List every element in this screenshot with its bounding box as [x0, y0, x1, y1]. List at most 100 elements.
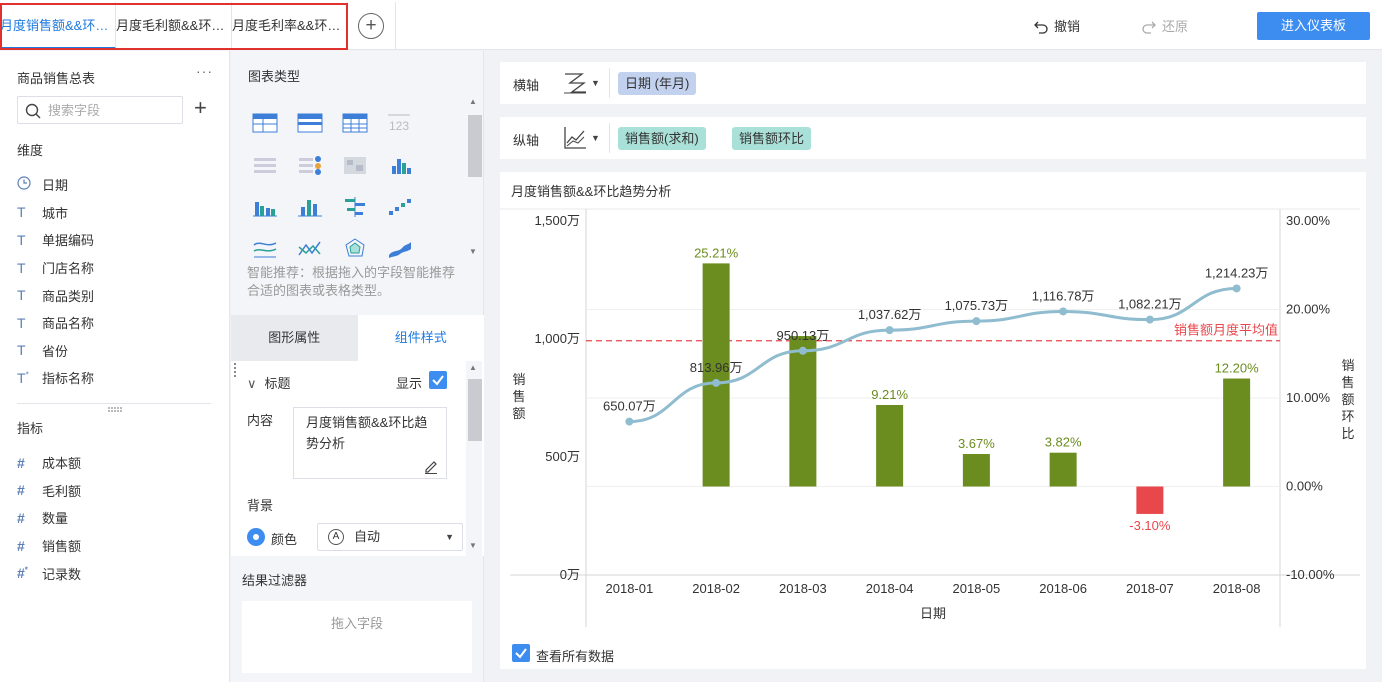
combo-chart[interactable]: 1,500万 1,000万 500万 0万 30.00% 20.00% 10.00% 0.00… — [500, 172, 1366, 637]
view-all-data-checkbox[interactable] — [512, 644, 530, 662]
view-all-data-label: 查看所有数据 — [536, 649, 615, 664]
redo-button[interactable]: 还原 — [1142, 16, 1188, 35]
detail-table-icon[interactable] — [341, 103, 386, 145]
chart-type-scrollbar[interactable]: ▲ ▼ — [466, 97, 482, 259]
caret-down-icon[interactable]: ▼ — [591, 78, 600, 88]
field-label: 毛利额 — [42, 483, 82, 499]
x-tick-label: 2018-07 — [1126, 581, 1174, 596]
show-title-label: 显示 — [396, 376, 423, 391]
kpi-number-icon[interactable]: 123 — [386, 103, 431, 145]
scroll-down-icon[interactable]: ▼ — [469, 541, 477, 550]
x-axis-field-pill[interactable]: 日期 (年月) — [618, 72, 697, 95]
measure-section-label: 指标 — [17, 421, 44, 436]
right-axis-title-char: 售 — [1341, 375, 1354, 390]
undo-button[interactable]: 撤销 — [1034, 16, 1080, 35]
x-axis-label: 横轴 — [513, 78, 540, 93]
scroll-down-icon[interactable]: ▼ — [469, 247, 477, 256]
dimension-item-city[interactable]: T 城市 — [17, 199, 217, 227]
x-tick-label: 2018-05 — [953, 581, 1001, 596]
number-field-icon: # — [17, 454, 25, 471]
bar-data-label: 25.21% — [694, 245, 739, 260]
dimension-item-province[interactable]: T 省份 — [17, 337, 217, 365]
style-scrollbar[interactable]: ▲ ▼ — [466, 361, 482, 556]
add-field-icon[interactable]: + — [194, 97, 207, 119]
measure-item-gross-profit[interactable]: # 毛利额 — [17, 477, 217, 505]
line-data-label: 650.07万 — [603, 399, 656, 414]
check-icon — [432, 375, 444, 386]
dimension-item-date[interactable]: 日期 — [17, 171, 217, 199]
number-field-icon: # — [17, 537, 25, 554]
right-axis-title-char: 比 — [1341, 426, 1354, 441]
measure-item-sales[interactable]: # 销售额 — [17, 532, 217, 560]
smart-recommend-tip: 智能推荐：根据拖入的字段智能推荐合适的图表或表格类型。 — [247, 265, 456, 298]
right-tick-label: -10.00% — [1286, 567, 1335, 582]
sales-mom-bar — [1223, 378, 1251, 487]
x-tick-label: 2018-03 — [779, 581, 827, 596]
line-data-label: 1,075.73万 — [945, 298, 1009, 313]
table-chart-icon[interactable] — [251, 103, 296, 145]
color-label: 颜色 — [271, 532, 298, 547]
field-label: 商品类别 — [42, 288, 95, 304]
tab-monthly-sales[interactable]: 月度销售额&&环比趋势分析 — [0, 2, 116, 49]
background-label: 背景 — [247, 498, 274, 513]
measure-item-quantity[interactable]: # 数量 — [17, 504, 217, 532]
heat-map-icon[interactable] — [341, 145, 386, 187]
bar-data-label: 9.21% — [871, 387, 908, 402]
dimension-item-product-name[interactable]: T 商品名称 — [17, 309, 217, 337]
dot-map-icon[interactable] — [296, 145, 341, 187]
x-axis-type-icon[interactable] — [562, 70, 588, 96]
top-bar: 月度销售额&&环比趋势分析 月度毛利额&&环比趋势分析 月度毛利率&&环比趋势分… — [0, 0, 1382, 50]
measure-list: # 成本额 # 毛利额 # 数量 # 销售额 #* 记录数 — [17, 449, 217, 587]
tab-monthly-gross-profit[interactable]: 月度毛利额&&环比趋势分析 — [116, 2, 232, 49]
stacked-bar-icon[interactable] — [296, 187, 341, 229]
add-tab-button[interactable]: + — [358, 13, 384, 39]
multi-bar-icon[interactable] — [386, 145, 431, 187]
average-reference-label: 销售额月度平均值 — [1174, 323, 1278, 338]
right-axis-title-char: 销 — [1341, 358, 1354, 373]
text-field-icon: T — [17, 231, 26, 248]
y-axis-field-pill-sales[interactable]: 销售额(求和) — [618, 127, 706, 150]
section-divider — [17, 403, 211, 404]
dimension-item-metric-name[interactable]: T* 指标名称 — [17, 364, 217, 392]
report-tabs: 月度销售额&&环比趋势分析 月度毛利额&&环比趋势分析 月度毛利率&&环比趋势分… — [0, 2, 348, 49]
scroll-up-icon[interactable]: ▲ — [469, 97, 477, 106]
component-style-body: ∨ 标题 显示 内容 月度销售额&&环比趋势分析 背景 颜色 A 自动 ▼ — [231, 361, 484, 556]
scroll-thumb[interactable] — [468, 115, 482, 177]
dimension-item-category[interactable]: T 商品类别 — [17, 281, 217, 309]
tab-monthly-gross-margin[interactable]: 月度毛利率&&环比趋势分析 — [232, 2, 348, 49]
scroll-up-icon[interactable]: ▲ — [469, 363, 477, 372]
waterfall-icon[interactable] — [386, 187, 431, 229]
caret-down-icon[interactable]: ▼ — [591, 133, 600, 143]
drag-handle-icon[interactable] — [108, 407, 122, 413]
more-icon[interactable]: ··· — [196, 63, 213, 79]
drag-handle-icon[interactable] — [234, 363, 237, 377]
show-title-checkbox[interactable] — [429, 371, 447, 389]
dimension-item-store-name[interactable]: T 门店名称 — [17, 254, 217, 282]
scroll-thumb[interactable] — [468, 379, 482, 441]
cross-table-icon[interactable] — [251, 145, 296, 187]
sales-mom-bar — [1136, 486, 1164, 514]
redo-label: 还原 — [1162, 19, 1189, 34]
color-radio[interactable] — [247, 528, 265, 546]
result-filter-dropzone[interactable]: 拖入字段 — [242, 601, 472, 673]
edit-icon[interactable] — [423, 458, 439, 474]
tab-component-style[interactable]: 组件样式 — [357, 315, 484, 361]
enter-dashboard-button[interactable]: 进入仪表板 — [1257, 12, 1370, 40]
background-color-select[interactable]: A 自动 ▼ — [317, 523, 463, 551]
tab-graph-properties[interactable]: 图形属性 — [231, 315, 358, 361]
grouped-table-icon[interactable] — [296, 103, 341, 145]
horizontal-bar-icon[interactable] — [341, 187, 386, 229]
color-select-value: 自动 — [354, 529, 381, 544]
number-field-icon: # — [17, 482, 25, 499]
search-input[interactable] — [48, 101, 178, 120]
text-field-icon: T — [17, 342, 26, 359]
text-field-icon: T — [17, 287, 26, 304]
y-axis-field-pill-sales-mom[interactable]: 销售额环比 — [732, 127, 812, 150]
dimension-item-doc-code[interactable]: T 单据编码 — [17, 226, 217, 254]
y-axis-label: 纵轴 — [513, 133, 540, 148]
measure-item-record-count[interactable]: #* 记录数 — [17, 559, 217, 587]
dimension-section-label: 维度 — [17, 143, 44, 158]
bar-chart-icon[interactable] — [251, 187, 296, 229]
measure-item-cost[interactable]: # 成本额 — [17, 449, 217, 477]
y-axis-type-icon[interactable] — [562, 125, 588, 151]
